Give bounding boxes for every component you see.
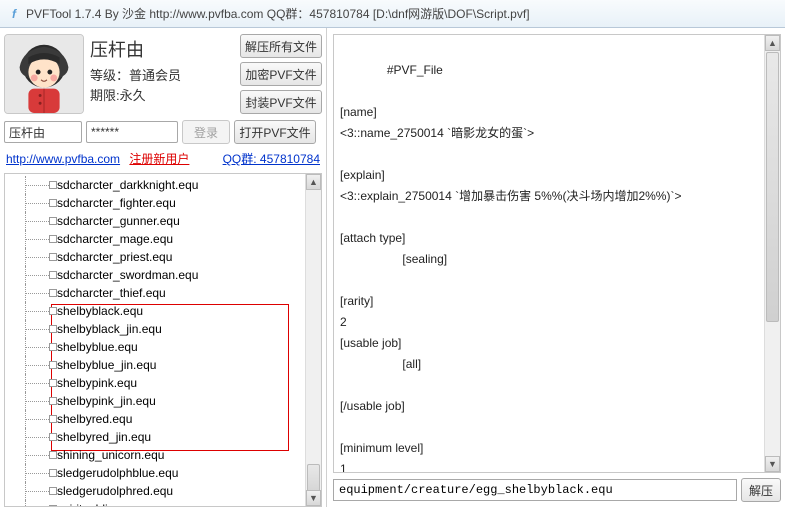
avatar [4,34,84,114]
tree-item[interactable]: sdcharcter_thief.equ [5,284,321,302]
tree-item[interactable]: spiritgoblin.equ [5,500,321,507]
tree-item-label: sledgerudolphblue.equ [57,466,178,480]
content-text: #PVF_File [name] <3::name_2750014 `暗影龙女的… [340,63,681,473]
tree-item[interactable]: shelbypink_jin.equ [5,392,321,410]
username-input[interactable] [4,121,82,143]
encrypt-button[interactable]: 加密PVF文件 [240,62,322,86]
tree-item-label: shelbypink_jin.equ [57,394,156,408]
tree-item-label: spiritgoblin.equ [57,502,138,507]
tree-item-label: shelbyblue.equ [57,340,138,354]
tree-item[interactable]: shelbyblue.equ [5,338,321,356]
tree-item-label: shelbyred_jin.equ [57,430,151,444]
user-level: 等级：普通会员 [90,66,234,86]
tree-item[interactable]: sdcharcter_swordman.equ [5,266,321,284]
site-link[interactable]: http://www.pvfba.com [6,152,120,166]
seal-button[interactable]: 封装PVF文件 [240,90,322,114]
tree-item[interactable]: shelbyblack_jin.equ [5,320,321,338]
file-content[interactable]: #PVF_File [name] <3::name_2750014 `暗影龙女的… [333,34,781,473]
content-scrollbar[interactable]: ▲ ▼ [764,35,780,472]
tree-item-label: shelbyblue_jin.equ [57,358,156,372]
tree-item-label: sdcharcter_fighter.equ [57,196,176,210]
file-tree[interactable]: ▲ ▼ sdcharcter_darkknight.equsdcharcter_… [4,173,322,507]
tree-item-label: shelbypink.equ [57,376,137,390]
tree-item[interactable]: shelbyblack.equ [5,302,321,320]
tree-item[interactable]: sdcharcter_fighter.equ [5,194,321,212]
tree-item[interactable]: shelbypink.equ [5,374,321,392]
tree-item-label: shelbyblack.equ [57,304,143,318]
login-button[interactable]: 登录 [182,120,230,144]
tree-item-label: sdcharcter_darkknight.equ [57,178,198,192]
scroll-up-icon[interactable]: ▲ [765,35,780,51]
tree-item[interactable]: sdcharcter_darkknight.equ [5,176,321,194]
tree-item-label: sdcharcter_swordman.equ [57,268,198,282]
tree-item-label: sdcharcter_thief.equ [57,286,166,300]
tree-item-label: shelbyred.equ [57,412,132,426]
tree-item[interactable]: sledgerudolphred.equ [5,482,321,500]
register-link[interactable]: 注册新用户 [129,152,189,166]
tree-item-label: shining_unicorn.equ [57,448,164,462]
user-name: 压杆由 [90,36,234,62]
open-pvf-button[interactable]: 打开PVF文件 [234,120,316,144]
tree-item-label: sdcharcter_gunner.equ [57,214,180,228]
tree-item[interactable]: sledgerudolphblue.equ [5,464,321,482]
tree-item[interactable]: sdcharcter_gunner.equ [5,212,321,230]
tree-item[interactable]: shelbyblue_jin.equ [5,356,321,374]
app-icon: f [6,6,22,22]
tree-item[interactable]: sdcharcter_priest.equ [5,248,321,266]
tree-item-label: shelbyblack_jin.equ [57,322,162,336]
window-titlebar: f PVFTool 1.7.4 By 沙金 http://www.pvfba.c… [0,0,785,28]
scroll-thumb[interactable] [766,52,779,322]
tree-item-label: sdcharcter_priest.equ [57,250,172,264]
extract-all-button[interactable]: 解压所有文件 [240,34,322,58]
left-panel: 压杆由 等级：普通会员 期限:永久 解压所有文件 加密PVF文件 封装PVF文件… [0,28,327,507]
tree-item-label: sledgerudolphred.equ [57,484,173,498]
tree-item[interactable]: shelbyred.equ [5,410,321,428]
tree-item[interactable]: sdcharcter_mage.equ [5,230,321,248]
extract-button[interactable]: 解压 [741,478,781,502]
window-title: PVFTool 1.7.4 By 沙金 http://www.pvfba.com… [26,5,530,22]
user-expire: 期限:永久 [90,86,234,106]
tree-item[interactable]: shining_unicorn.equ [5,446,321,464]
tree-item[interactable]: shelbyred_jin.equ [5,428,321,446]
tree-item-label: sdcharcter_mage.equ [57,232,173,246]
scroll-down-icon[interactable]: ▼ [765,456,780,472]
password-input[interactable] [86,121,178,143]
path-input[interactable] [333,479,737,501]
right-panel: #PVF_File [name] <3::name_2750014 `暗影龙女的… [327,28,785,507]
qq-link[interactable]: QQ群: 457810784 [223,150,320,167]
